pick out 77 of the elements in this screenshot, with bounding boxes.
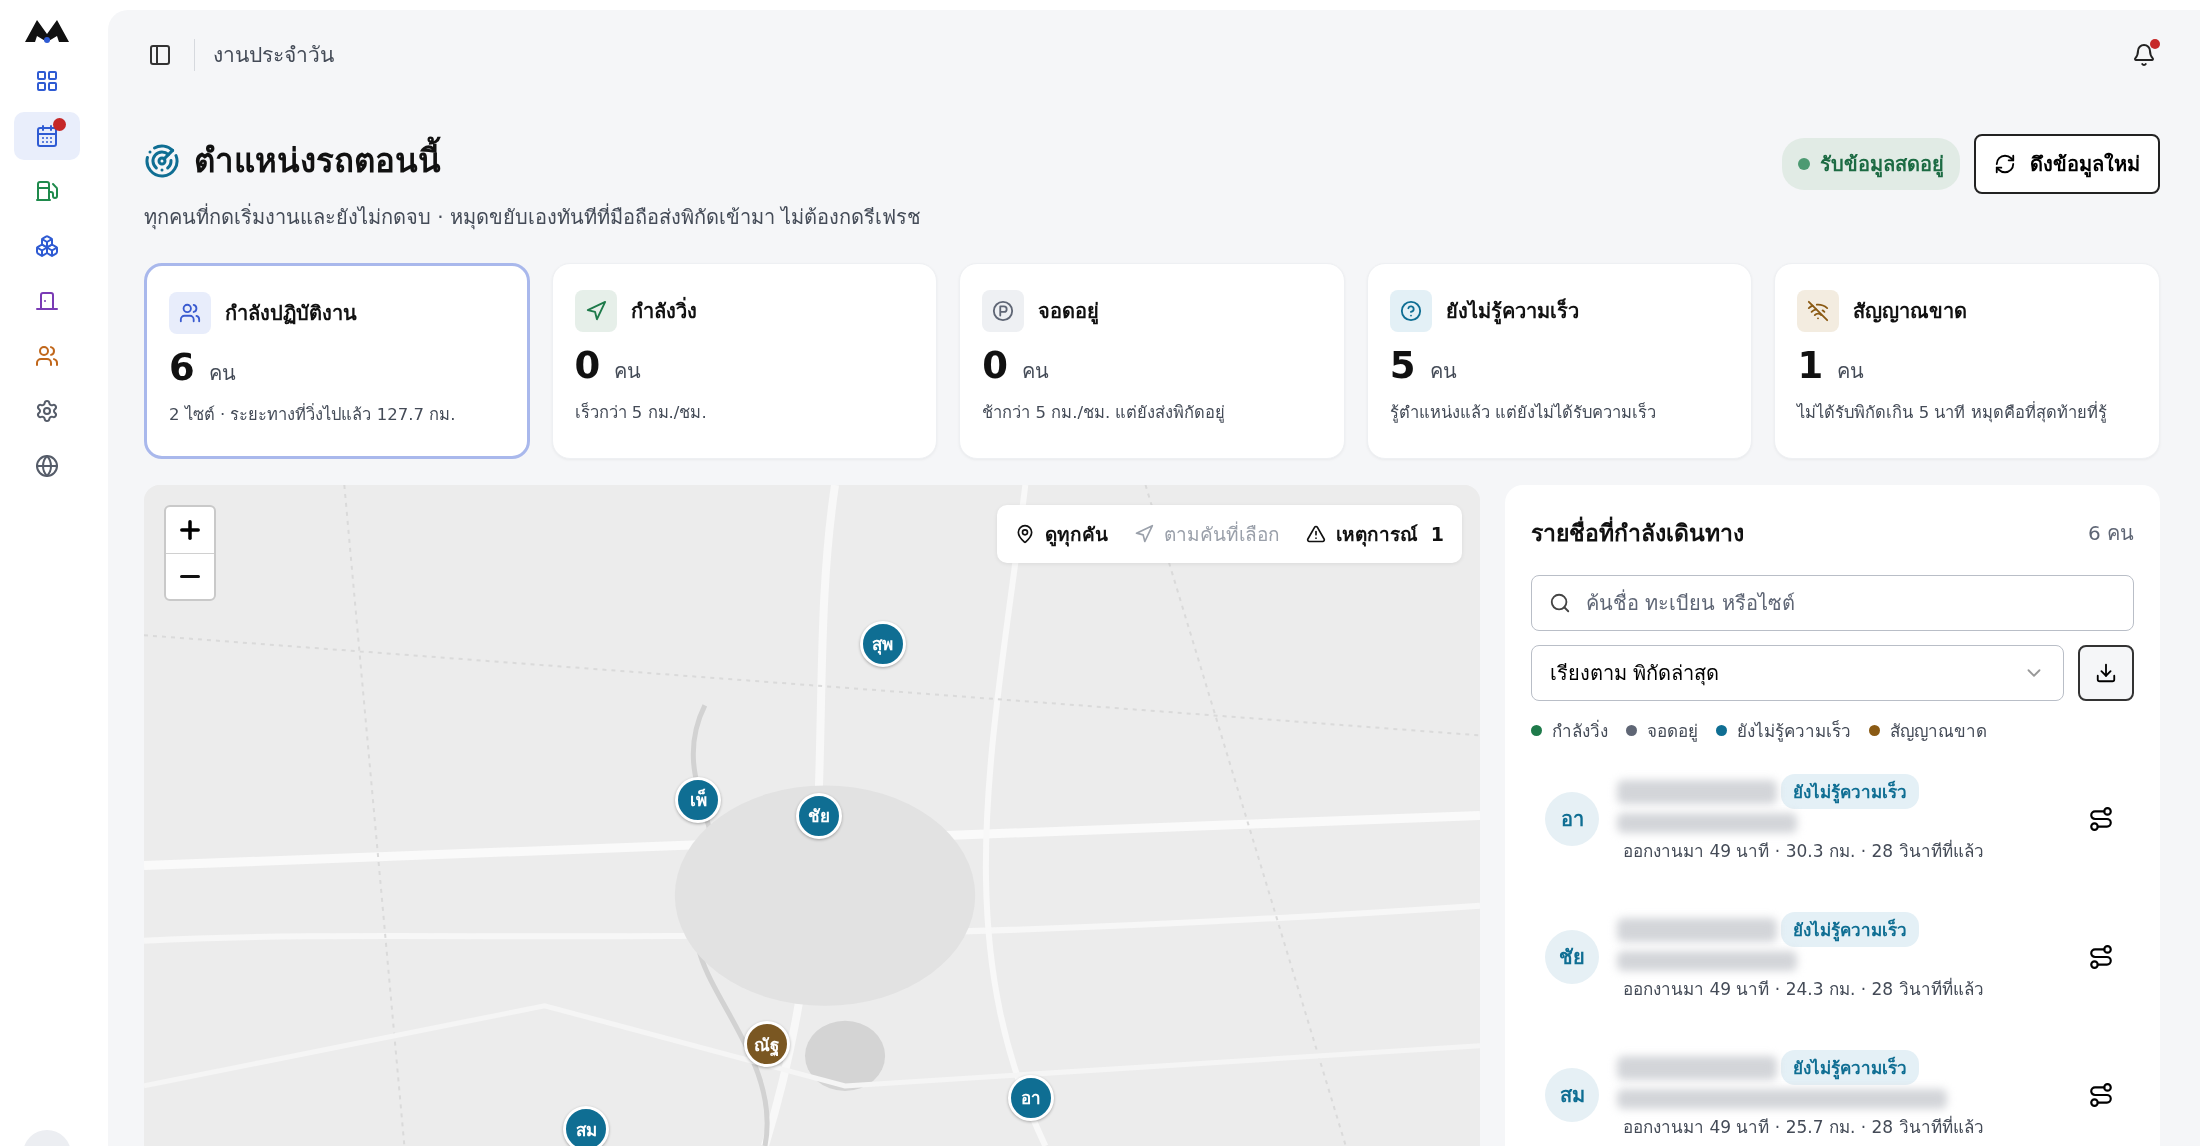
calendar-icon xyxy=(35,124,59,148)
stat-value: 0 xyxy=(982,344,1008,387)
legend-label: ยังไม่รู้ความเร็ว xyxy=(1737,719,1851,744)
bell-icon xyxy=(2132,43,2156,67)
radar-icon xyxy=(144,142,180,179)
sidebar-item[interactable] xyxy=(14,112,80,160)
panel-icon xyxy=(148,43,172,67)
map-control-button[interactable]: ดูทุกคัน xyxy=(1014,513,1108,555)
route-icon xyxy=(2088,806,2114,832)
question-icon xyxy=(1389,290,1432,332)
stat-unit: คน xyxy=(1429,358,1457,385)
breadcrumb: งานประจำวัน xyxy=(194,39,334,71)
users-icon xyxy=(35,344,59,368)
legend-label: สัญญาณขาด xyxy=(1890,720,1987,743)
panel-title: รายชื่อที่กำลังเดินทาง xyxy=(1531,515,1744,551)
stat-value: 1 xyxy=(1797,344,1824,387)
stat-label: ยังไม่รู้ความเร็ว xyxy=(1445,297,1579,327)
stat-value: 6 xyxy=(169,346,195,389)
navigation-icon xyxy=(574,290,617,332)
globe-icon xyxy=(35,454,59,478)
driver-initials-avatar: สม xyxy=(1545,1068,1599,1122)
stat-unit: คน xyxy=(1021,358,1049,385)
stat-card[interactable]: กำลังปฏิบัติงาน 6 คน 2 ไซต์ · ระยะทางที่วิ่งไปแล้ว 127.7 กม. xyxy=(144,263,530,459)
stat-note: ไม่ได้รับพิกัดเกิน 5 นาที หมุดคือที่สุดท้ายที่รู้ xyxy=(1797,400,2108,425)
stat-card[interactable]: ยังไม่รู้ความเร็ว 5 คน รู้ตำแหน่งแล้ว แต่ยังไม่ได้รับความเร็ว xyxy=(1366,263,1753,459)
route-icon xyxy=(2088,944,2114,970)
logo-icon xyxy=(25,18,69,44)
stat-label: สัญญาณขาด xyxy=(1853,298,1968,325)
stat-note: รู้ตำแหน่งแล้ว แต่ยังไม่ได้รับความเร็ว xyxy=(1389,401,1658,425)
legend-label: กำลังวิ่ง xyxy=(1552,718,1608,743)
parking-icon xyxy=(982,290,1025,332)
download-icon xyxy=(2095,662,2117,684)
dashboard-icon xyxy=(35,69,59,93)
stat-card[interactable]: สัญญาณขาด 1 คน ไม่ได้รับพิกัดเกิน 5 นาที หมุดคือที่สุดท้ายที่รู้ xyxy=(1774,263,2160,459)
door-icon xyxy=(35,289,59,313)
stat-card[interactable]: จอดอยู่ 0 คน ช้ากว่า 5 กม./ชม. แต่ยังส่งพิกัดอยู่ xyxy=(959,263,1345,459)
stat-unit: คน xyxy=(208,360,236,387)
fuel-pump-icon xyxy=(35,179,59,203)
stat-note: 2 ไซต์ · ระยะทางที่วิ่งไปแล้ว 127.7 กม. xyxy=(169,402,457,426)
route-icon xyxy=(2088,1082,2114,1108)
warning-icon xyxy=(1305,524,1326,544)
legend-label: จอดอยู่ xyxy=(1647,720,1698,744)
refresh-icon xyxy=(1994,153,2016,175)
navigation-icon xyxy=(1133,524,1154,544)
stat-value: 5 xyxy=(1389,344,1416,387)
stat-unit: คน xyxy=(614,358,642,385)
search-icon xyxy=(1549,592,1571,614)
boxes-icon xyxy=(35,234,59,258)
driver-meta: ออกงานมา 49 นาที · 30.3 กม. · 28 วินาทีที่แล้ว xyxy=(1623,838,1985,863)
stat-value: 0 xyxy=(574,344,601,387)
status-tag: ยังไม่รู้ความเร็ว xyxy=(1781,912,1919,947)
signal-off-icon xyxy=(1797,290,1840,332)
driver-initials-avatar: อา xyxy=(1545,792,1599,846)
minus-icon xyxy=(180,575,200,578)
stat-note: ช้ากว่า 5 กม./ชม. แต่ยังส่งพิกัดอยู่ xyxy=(982,402,1227,425)
users-icon xyxy=(169,292,211,334)
status-tag: ยังไม่รู้ความเร็ว xyxy=(1781,774,1919,809)
driver-count: 6 คน xyxy=(2087,520,2134,547)
status-tag: ยังไม่รู้ความเร็ว xyxy=(1781,1050,1919,1085)
driver-meta: ออกงานมา 49 นาที · 24.3 กม. · 28 วินาทีที่แล้ว xyxy=(1623,976,1985,1001)
settings-icon xyxy=(35,399,59,423)
page-subtitle: ทุกคนที่กดเริ่มงานและยังไม่กดจบ · หมุดขยับเองทันทีที่มือถือส่งพิกัดเข้ามา ไม่ต้องกดรีเฟรช xyxy=(144,202,922,232)
refresh-button[interactable]: ดึงข้อมูลใหม่ xyxy=(1974,134,2160,194)
driver-initials-avatar: ชัย xyxy=(1545,930,1599,984)
stat-label: กำลังวิ่ง xyxy=(630,296,697,325)
live-status-badge: รับข้อมูลสดอยู่ xyxy=(1782,138,1960,190)
stat-label: จอดอยู่ xyxy=(1038,298,1100,327)
stat-note: เร็วกว่า 5 กม./ชม. xyxy=(574,401,708,424)
stat-label: กำลังปฏิบัติงาน xyxy=(225,300,357,327)
page-title: ตำแหน่งรถตอนนี้ xyxy=(194,134,441,187)
sort-dropdown[interactable]: เรียงตาม พิกัดล่าสุด xyxy=(1531,645,2064,701)
driver-meta: ออกงานมา 49 นาที · 25.7 กม. · 28 วินาทีที่แล้ว xyxy=(1623,1114,1985,1139)
search-field[interactable]: ค้นชื่อ ทะเบียน หรือไซต์ xyxy=(1531,575,2134,631)
map-control-button[interactable]: เหตุการณ์ 1 xyxy=(1305,513,1444,555)
stat-unit: คน xyxy=(1837,358,1865,385)
download-button[interactable] xyxy=(2078,645,2134,701)
stat-card[interactable]: กำลังวิ่ง 0 คน เร็วกว่า 5 กม./ชม. xyxy=(551,263,938,459)
